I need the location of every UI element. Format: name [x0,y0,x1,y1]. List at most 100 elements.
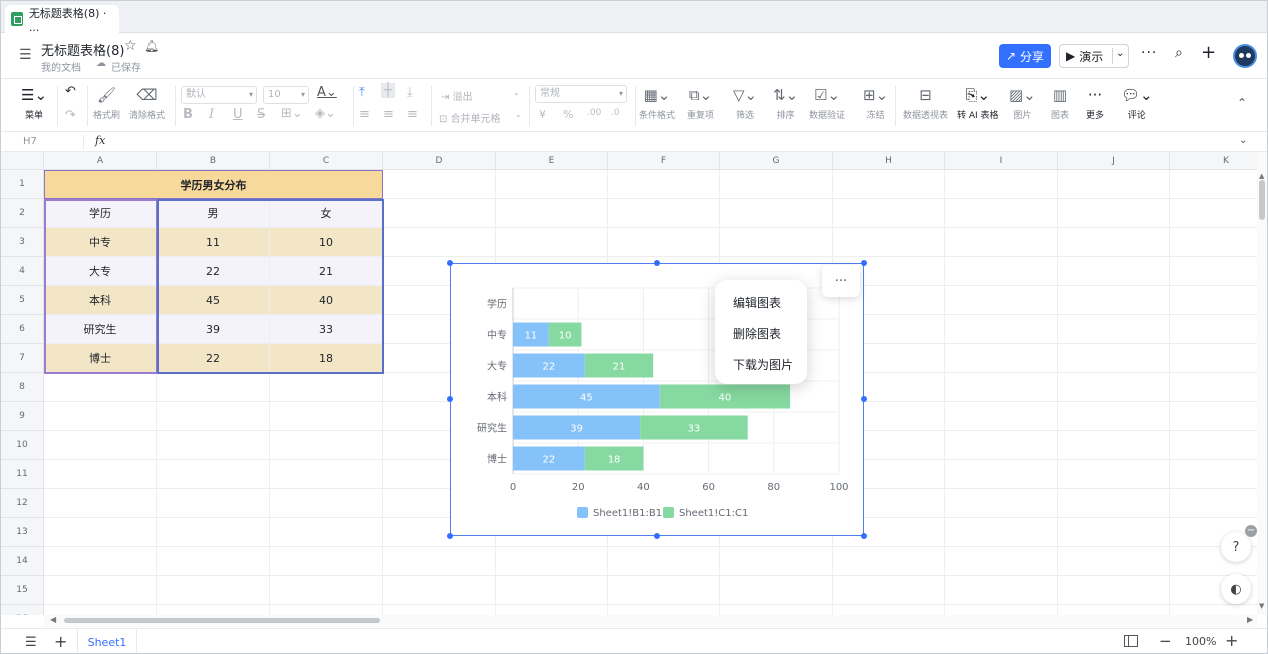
row-header[interactable]: 16 [1,605,44,615]
table-cell[interactable]: 中专 [44,228,156,256]
table-cell[interactable]: 10 [270,228,382,256]
column-header[interactable]: G [720,152,833,170]
table-header-cell[interactable]: 女 [270,199,382,227]
redo-icon[interactable]: ↷ [65,108,76,123]
scroll-right-icon[interactable]: ▶ [1247,615,1253,624]
align-bottom-icon[interactable]: ⤓ [407,85,413,100]
bell-icon[interactable]: 🔔︎ [144,39,159,53]
chevron-down-icon[interactable]: ⌄ [1239,135,1247,146]
resize-handle[interactable] [447,533,453,539]
zoom-in-icon[interactable]: + [1225,631,1238,650]
resize-handle[interactable] [861,396,867,402]
filter-button[interactable]: ▽⌄ 筛选 [733,84,757,121]
row-header[interactable]: 9 [1,402,44,431]
table-cell[interactable]: 博士 [44,344,156,372]
cell-reference[interactable]: H7 [23,136,37,147]
table-cell[interactable]: 22 [157,257,269,285]
present-button[interactable]: ▶ 演示 ⌄ [1059,44,1129,68]
table-header-cell[interactable]: 学历 [44,199,156,227]
resize-handle[interactable] [654,533,660,539]
row-header[interactable]: 15 [1,576,44,605]
table-cell[interactable]: 大专 [44,257,156,285]
table-cell[interactable]: 40 [270,286,382,314]
decimal-increase-icon[interactable]: .0 [611,108,620,118]
align-top-icon[interactable]: ⤒ [359,85,365,100]
zoom-out-icon[interactable]: − [1159,632,1172,650]
sort-button[interactable]: ⇅⌄ 排序 [773,84,798,121]
align-middle-icon[interactable]: ┼ [381,83,395,98]
row-header[interactable]: 11 [1,460,44,489]
delete-chart-item[interactable]: 删除图表 [733,325,781,342]
doc-title[interactable]: 无标题表格(8) [41,40,124,59]
browser-tab[interactable]: 无标题表格(8) · ... [5,5,119,34]
currency-icon[interactable]: ¥ [539,108,546,121]
undo-icon[interactable]: ↶ [65,84,76,99]
add-icon[interactable]: + [1201,42,1216,63]
decimal-decrease-icon[interactable]: .00 [587,108,601,118]
row-header[interactable]: 14 [1,547,44,576]
data-validation-button[interactable]: ☑⌄ 数据验证 [809,84,845,121]
scroll-down-icon[interactable]: ▼ [1259,602,1264,610]
borders-icon[interactable]: ⊞⌄ [281,106,303,121]
chart-more-icon[interactable]: ··· [822,265,860,297]
table-cell[interactable]: 39 [157,315,269,343]
table-cell[interactable]: 研究生 [44,315,156,343]
more-options-icon[interactable]: ··· [1141,45,1157,61]
column-header[interactable]: K [1170,152,1257,170]
scroll-up-icon[interactable]: ▲ [1259,172,1264,180]
strikethrough-icon[interactable]: S [257,107,265,122]
number-format-select[interactable]: 常规 ▾ [535,85,627,103]
row-header[interactable]: 10 [1,431,44,460]
sheet-list-icon[interactable]: ☰ [25,635,37,650]
row-header[interactable]: 6 [1,315,44,344]
theme-icon[interactable]: ◐ [1221,574,1251,604]
font-size-select[interactable]: 10 ▾ [263,86,309,104]
table-cell[interactable]: 11 [157,228,269,256]
table-cell[interactable]: 18 [270,344,382,372]
horizontal-scrollbar[interactable]: ◀ ▶ [44,615,1257,627]
sheet-tab[interactable]: Sheet1 [77,629,137,653]
zoom-level[interactable]: 100% [1185,635,1216,648]
format-painter-button[interactable]: 🖌︎ 格式刷 [93,84,120,121]
table-cell[interactable]: 33 [270,315,382,343]
doc-location[interactable]: 我的文档 [41,59,81,74]
table-cell[interactable]: 22 [157,344,269,372]
row-header[interactable]: 5 [1,286,44,315]
minimize-icon[interactable]: − [1245,525,1257,537]
conditional-format-button[interactable]: ▦⌄ 条件格式 [639,84,675,121]
table-title-cell[interactable]: 学历男女分布 [44,170,383,199]
row-header[interactable]: 3 [1,228,44,257]
menu-button[interactable]: ☰⌄ 菜单 [21,84,47,121]
image-button[interactable]: ▨⌄ 图片 [1009,84,1036,121]
pivot-table-button[interactable]: ⊟ 数据透视表 [903,84,948,121]
column-header[interactable]: C [270,152,383,170]
overflow-select[interactable]: ⇥ 溢出 ⌄ [441,88,520,103]
column-header[interactable]: I [945,152,1058,170]
column-header[interactable]: D [383,152,496,170]
font-color-icon[interactable]: A⌄ [317,85,337,100]
scroll-thumb[interactable] [1259,180,1265,220]
fill-color-icon[interactable]: ◈⌄ [315,106,336,121]
row-header[interactable]: 13 [1,518,44,547]
chart-button[interactable]: ▥ 图表 [1051,84,1069,121]
resize-handle[interactable] [861,260,867,266]
star-icon[interactable]: ☆ [124,38,137,54]
underline-icon[interactable]: U [233,107,243,122]
align-right-icon[interactable]: ≡ [407,107,418,122]
vertical-scrollbar[interactable]: ▲ ▼ [1257,152,1267,615]
column-header[interactable]: H [833,152,945,170]
help-icon[interactable]: ? [1221,532,1251,562]
bold-icon[interactable]: B [183,107,193,122]
ai-table-button[interactable]: ⎘⌄ 转 AI 表格 [957,84,999,121]
edit-chart-item[interactable]: 编辑图表 [733,294,781,311]
chevron-up-icon[interactable]: ⌃ [1237,96,1247,110]
menu-toggle-icon[interactable]: ☰ [19,47,32,63]
italic-icon[interactable]: I [209,107,214,122]
column-header[interactable]: A [44,152,157,170]
resize-handle[interactable] [447,260,453,266]
select-all-corner[interactable] [1,152,44,170]
layout-icon[interactable] [1124,635,1138,647]
align-left-icon[interactable]: ≡ [359,107,370,122]
resize-handle[interactable] [861,533,867,539]
row-header[interactable]: 7 [1,344,44,373]
